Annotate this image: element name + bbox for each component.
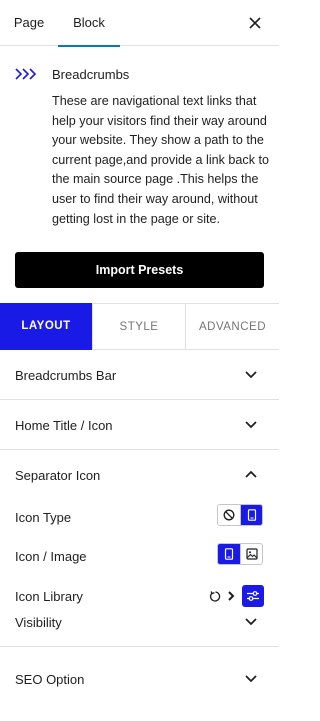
- image-icon[interactable]: [240, 544, 262, 564]
- double-chevron-right-icon: [15, 68, 37, 80]
- panel-title[interactable]: Separator Icon: [15, 468, 100, 483]
- icon-image-label: Icon / Image: [15, 549, 87, 564]
- tab-page[interactable]: Page: [0, 0, 58, 46]
- panel-seo-option[interactable]: SEO Option: [0, 647, 279, 697]
- chevron-down-icon: [245, 421, 257, 429]
- device-icon[interactable]: [218, 544, 240, 564]
- tab-layout[interactable]: LAYOUT: [0, 303, 92, 350]
- chevron-up-icon[interactable]: [245, 470, 257, 478]
- panel-tabs: LAYOUT STYLE ADVANCED: [0, 303, 279, 350]
- tab-advanced[interactable]: ADVANCED: [185, 303, 279, 350]
- panel-title: Home Title / Icon: [15, 418, 113, 433]
- tab-block[interactable]: Block: [58, 0, 120, 47]
- block-title: Breadcrumbs: [52, 67, 130, 82]
- chevron-down-icon: [245, 675, 257, 683]
- panel-breadcrumbs-bar[interactable]: Breadcrumbs Bar: [0, 350, 279, 400]
- icon-type-label: Icon Type: [15, 510, 72, 525]
- close-icon[interactable]: [245, 13, 265, 33]
- chevron-down-icon: [245, 371, 257, 379]
- panel-title: SEO Option: [15, 672, 85, 687]
- panel-title: Breadcrumbs Bar: [15, 368, 117, 383]
- sidebar-tabs: Page Block: [0, 0, 279, 47]
- block-description: These are navigational text links that h…: [52, 94, 270, 226]
- panel-home-title-icon[interactable]: Home Title / Icon: [0, 400, 279, 450]
- import-presets-button[interactable]: Import Presets: [15, 252, 264, 288]
- device-icon[interactable]: [240, 505, 262, 525]
- icon-type-toggle: [217, 504, 263, 526]
- panel-title: Visibility: [15, 615, 62, 630]
- tab-style[interactable]: STYLE: [92, 303, 185, 350]
- ban-icon[interactable]: [218, 505, 240, 525]
- panel-visibility[interactable]: Visibility: [0, 597, 279, 647]
- icon-image-toggle: [217, 543, 263, 565]
- chevron-down-icon: [245, 618, 257, 626]
